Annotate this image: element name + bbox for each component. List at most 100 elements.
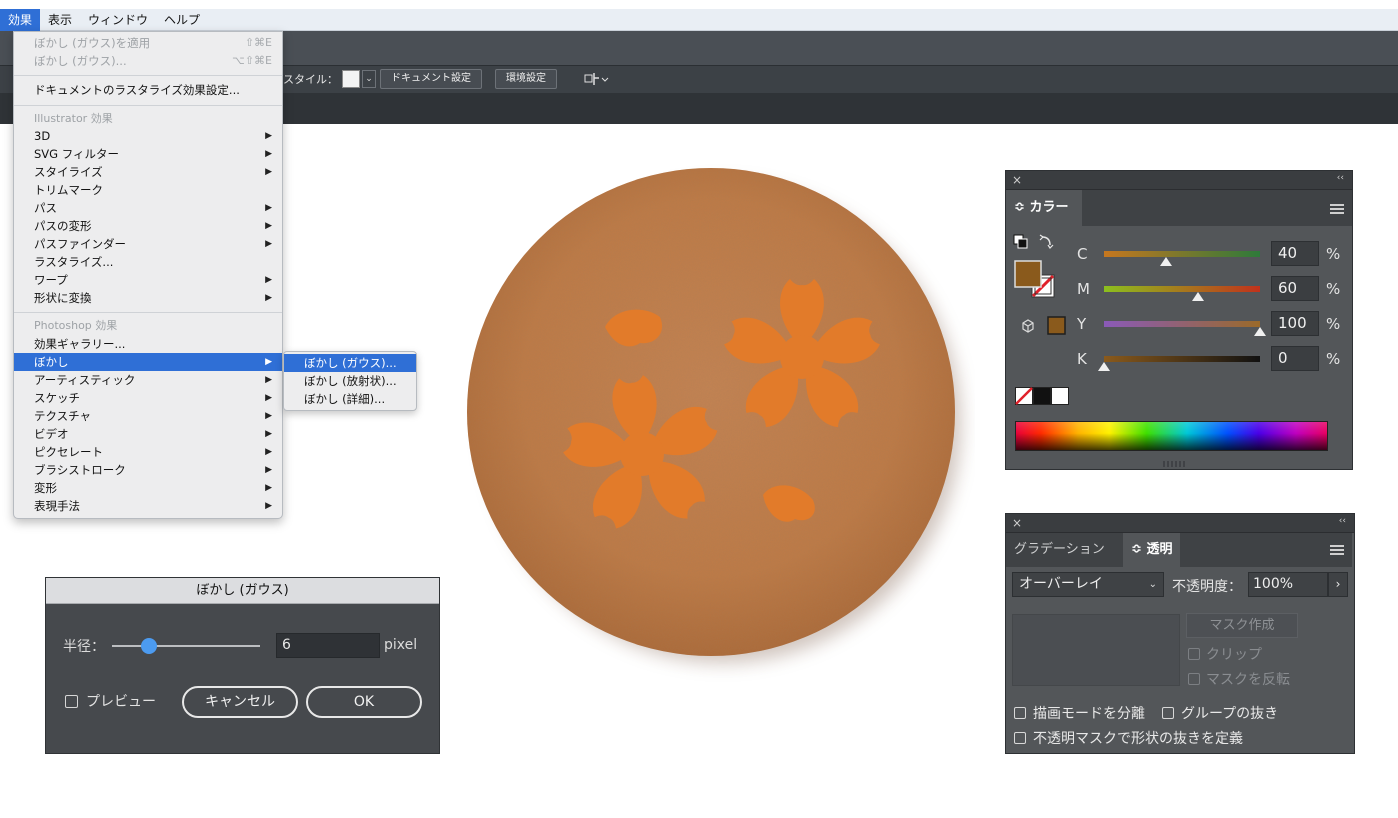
artwork-dorayaki[interactable] <box>455 155 975 685</box>
make-mask-button[interactable]: マスク作成 <box>1186 613 1298 638</box>
submenu-arrow-icon: ▶ <box>265 275 272 285</box>
slider-m-knob[interactable] <box>1191 292 1204 301</box>
menu-item-distort-transform[interactable]: パスの変形 ▶ <box>14 217 282 235</box>
menu-item-stylize-ps[interactable]: 表現手法 ▶ <box>14 497 282 515</box>
tab-color[interactable]: ≎ カラー <box>1006 190 1082 226</box>
slider-y-input[interactable]: 100 <box>1271 311 1319 336</box>
slider-c-knob[interactable] <box>1160 257 1173 266</box>
clip-checkbox[interactable] <box>1188 648 1200 660</box>
submenu-arrow-icon: ▶ <box>265 221 272 231</box>
tab-transparency[interactable]: ≎ 透明 <box>1123 533 1181 567</box>
menu-item-pixelate[interactable]: ピクセレート ▶ <box>14 443 282 461</box>
menu-item-raster-settings[interactable]: ドキュメントのラスタライズ効果設定... <box>14 81 282 99</box>
slider-c-track[interactable] <box>1104 251 1260 257</box>
menu-item-label: スケッチ <box>34 391 80 405</box>
submenu-item-gaussian-blur[interactable]: ぼかし (ガウス)... <box>284 354 416 372</box>
menu-item-label: ラスタライズ... <box>34 255 114 269</box>
menu-item-convert-shape[interactable]: 形状に変換 ▶ <box>14 289 282 307</box>
menu-item-label: ぼかし <box>34 355 69 369</box>
menu-item-label: スタイライズ <box>34 165 103 179</box>
slider-m-input[interactable]: 60 <box>1271 276 1319 301</box>
slider-k-input[interactable]: 0 <box>1271 346 1319 371</box>
close-icon[interactable]: × <box>1012 516 1022 530</box>
menu-item-label: 表現手法 <box>34 499 80 513</box>
slider-y-knob[interactable] <box>1254 327 1266 336</box>
menu-item-effect-gallery[interactable]: 効果ギャラリー... <box>14 335 282 353</box>
chevron-down-icon[interactable]: ⌄ <box>362 70 376 88</box>
menu-effect[interactable]: 効果 <box>0 8 41 31</box>
opacity-input[interactable]: 100% <box>1248 572 1328 597</box>
menu-item-path[interactable]: パス ▶ <box>14 199 282 217</box>
tab-gradient[interactable]: グラデーション <box>1006 533 1113 567</box>
slider-m-track[interactable] <box>1104 286 1260 292</box>
menu-item-label: 変形 <box>34 481 57 495</box>
menu-item-3d[interactable]: 3D ▶ <box>14 127 282 145</box>
slider-c-input[interactable]: 40 <box>1271 241 1319 266</box>
invert-mask-label: マスクを反転 <box>1206 672 1290 688</box>
opacity-mask-knockout-checkbox[interactable] <box>1014 732 1026 744</box>
invert-mask-checkbox[interactable] <box>1188 673 1200 685</box>
radius-slider-track[interactable] <box>112 645 260 647</box>
menu-item-distort[interactable]: 変形 ▶ <box>14 479 282 497</box>
menu-item-pathfinder[interactable]: パスファインダー ▶ <box>14 235 282 253</box>
submenu-arrow-icon: ▶ <box>265 411 272 421</box>
transparency-panel: × ‹‹ グラデーション ≎ 透明 オーバーレイ ⌄ 不透明度： 100% › … <box>1005 513 1355 754</box>
style-swatch[interactable] <box>342 70 360 88</box>
submenu-arrow-icon: ▶ <box>265 483 272 493</box>
menu-item-sketch[interactable]: スケッチ ▶ <box>14 389 282 407</box>
radius-input[interactable]: 6 <box>276 633 380 658</box>
out-of-gamut-icon <box>1022 319 1034 333</box>
arrange-icon[interactable] <box>582 71 610 87</box>
close-icon[interactable]: × <box>1012 173 1022 187</box>
menu-item-texture[interactable]: テクスチャ ▶ <box>14 407 282 425</box>
submenu-arrow-icon: ▶ <box>265 375 272 385</box>
cancel-button[interactable]: キャンセル <box>182 686 298 718</box>
slider-y-track[interactable] <box>1104 321 1260 327</box>
menu-help[interactable]: ヘルプ <box>156 9 208 31</box>
slider-label-c: C <box>1077 245 1088 263</box>
quick-swatches[interactable] <box>1015 387 1071 405</box>
document-settings-button[interactable]: ドキュメント設定 <box>380 69 482 89</box>
preview-checkbox[interactable] <box>65 695 78 708</box>
arrange-icon-group[interactable] <box>582 69 610 89</box>
menu-item-stylize[interactable]: スタイライズ ▶ <box>14 163 282 181</box>
color-spectrum[interactable] <box>1015 421 1328 451</box>
slider-k-track[interactable] <box>1104 356 1260 362</box>
menu-item-svg-filter[interactable]: SVG フィルター ▶ <box>14 145 282 163</box>
menu-item-rasterize[interactable]: ラスタライズ... <box>14 253 282 271</box>
menubar: 効果 表示 ウィンドウ ヘルプ <box>0 8 1398 31</box>
collapse-icon[interactable]: ‹‹ <box>1337 173 1344 183</box>
fill-stroke-widget[interactable] <box>1012 233 1072 343</box>
menu-item-brush-strokes[interactable]: ブラシストローク ▶ <box>14 461 282 479</box>
menu-item-blur-last[interactable]: ぼかし (ガウス)... ⌥⇧⌘E <box>14 52 282 70</box>
menu-item-warp[interactable]: ワープ ▶ <box>14 271 282 289</box>
shortcut-label: ⌥⇧⌘E <box>232 54 272 67</box>
blend-mode-select[interactable]: オーバーレイ ⌄ <box>1012 572 1164 597</box>
menu-separator <box>14 312 282 313</box>
black-swatch <box>1033 387 1051 405</box>
slider-m-percent: % <box>1326 280 1341 298</box>
radius-label: 半径： <box>63 639 105 655</box>
fill-swatch <box>1014 260 1042 288</box>
panel-menu-icon[interactable] <box>1330 545 1344 555</box>
menu-view[interactable]: 表示 <box>40 9 80 31</box>
isolate-blending-checkbox[interactable] <box>1014 707 1026 719</box>
panel-menu-icon[interactable] <box>1330 204 1344 214</box>
submenu-item-smart-blur[interactable]: ぼかし (詳細)... <box>284 390 416 408</box>
slider-k-knob[interactable] <box>1098 362 1110 371</box>
menu-window[interactable]: ウィンドウ <box>80 9 156 31</box>
ok-button[interactable]: OK <box>306 686 422 718</box>
menu-item-artistic[interactable]: アーティスティック ▶ <box>14 371 282 389</box>
preferences-button[interactable]: 環境設定 <box>495 69 557 89</box>
submenu-item-radial-blur[interactable]: ぼかし (放射状)... <box>284 372 416 390</box>
knockout-group-checkbox[interactable] <box>1162 707 1174 719</box>
radius-slider-knob[interactable] <box>141 638 157 654</box>
resize-grip-icon[interactable] <box>1162 461 1192 467</box>
menu-item-apply-blur[interactable]: ぼかし (ガウス)を適用 ⇧⌘E <box>14 34 282 52</box>
menu-item-video[interactable]: ビデオ ▶ <box>14 425 282 443</box>
menu-item-trim-marks[interactable]: トリムマーク <box>14 181 282 199</box>
collapse-icon[interactable]: ‹‹ <box>1339 516 1346 526</box>
opacity-arrow-button[interactable]: › <box>1328 572 1348 597</box>
knockout-group-label: グループの抜き <box>1181 706 1279 722</box>
menu-item-blur[interactable]: ぼかし ▶ <box>14 353 282 371</box>
